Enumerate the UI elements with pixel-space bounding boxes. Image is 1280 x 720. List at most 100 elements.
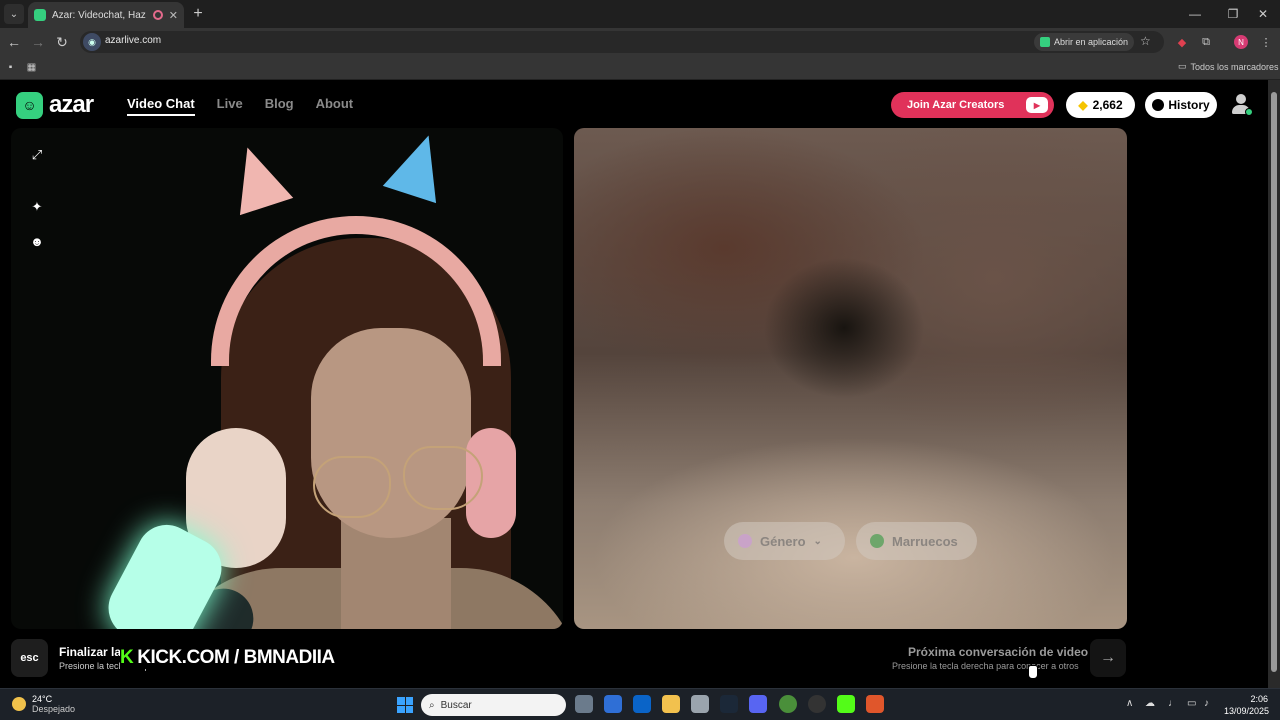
next-chat-hint: Presione la tecla derecha para conocer a… xyxy=(892,661,1079,671)
chevron-down-icon: ⌄ xyxy=(813,535,822,547)
task-view-icon[interactable] xyxy=(575,695,593,713)
nav-video-chat[interactable]: Video Chat xyxy=(127,96,195,116)
close-window-button[interactable]: ✕ xyxy=(1246,0,1280,28)
browser-menu-icon[interactable]: ⋮ xyxy=(1258,34,1274,50)
back-button[interactable]: ← xyxy=(4,32,24,52)
recording-icon xyxy=(152,10,163,20)
gems-count: 2,662 xyxy=(1092,98,1123,112)
profile-avatar[interactable]: N xyxy=(1234,35,1248,49)
gender-filter-label: Género xyxy=(760,533,806,549)
app-icon xyxy=(1040,37,1050,47)
gem-icon: ◆ xyxy=(1078,98,1088,112)
volume-icon[interactable]: ♪ xyxy=(1204,698,1209,709)
search-placeholder: Buscar xyxy=(440,699,472,711)
cat-ear-left xyxy=(220,138,294,216)
stream-watermark-text: KICK.COM / BMNADIIA xyxy=(137,647,335,668)
user-avatar[interactable] xyxy=(1230,93,1253,116)
apps-grid-icon[interactable]: ▦ xyxy=(26,62,37,73)
stream-watermark: K KICK.COM / BMNADIIA xyxy=(120,647,335,669)
next-chat-title: Próxima conversación de video xyxy=(908,645,1089,659)
app-icon-generic[interactable] xyxy=(691,695,709,713)
azar-logo[interactable]: ☺ azar xyxy=(16,91,94,119)
swap-camera-icon[interactable]: ⤢ xyxy=(30,147,44,162)
network-icon[interactable]: ▭ xyxy=(1187,698,1196,709)
main-nav: Video Chat Live Blog About xyxy=(127,96,353,116)
nav-live[interactable]: Live xyxy=(217,96,243,116)
bookmark-star-icon[interactable]: ☆ xyxy=(1140,34,1151,48)
address-bar-row: ← → ↻ ◉ azarlive.com Abrir en aplicación… xyxy=(0,28,1280,56)
url-text: azarlive.com xyxy=(105,35,162,46)
glasses-left-lens xyxy=(313,456,391,518)
online-status-dot xyxy=(1245,108,1253,116)
clock-time: 2:06 xyxy=(1250,694,1268,704)
open-in-app-label: Abrir en aplicación xyxy=(1054,37,1129,47)
country-flag-icon xyxy=(870,534,884,548)
local-video: ⤢ ✦ ☻ xyxy=(11,128,563,629)
omnibox[interactable]: ◉ azarlive.com Abrir en aplicación ☆ xyxy=(80,31,1164,53)
next-chat-button[interactable]: → xyxy=(1090,639,1126,677)
file-explorer-icon[interactable] xyxy=(662,695,680,713)
cat-ear-right xyxy=(382,128,456,204)
extension-icon[interactable]: ◆ xyxy=(1174,34,1190,50)
browser-tab[interactable]: Azar: Videochat, Haz nuevo ✕ xyxy=(28,2,184,28)
search-icon: ⌕ xyxy=(429,699,435,711)
play-icon: ▶ xyxy=(1026,97,1048,113)
gems-button[interactable]: ◆ 2,662 xyxy=(1066,92,1135,118)
tab-search-button[interactable]: ⌄ xyxy=(4,4,24,24)
history-label: History xyxy=(1168,98,1210,112)
restore-button[interactable]: ❐ xyxy=(1216,0,1250,28)
temperature: 24°C xyxy=(32,694,53,704)
sidebar-icon[interactable]: ▪ xyxy=(5,62,16,73)
kick-logo: K xyxy=(120,647,134,668)
all-bookmarks-button[interactable]: ▭ Todos los marcadores xyxy=(1178,61,1279,72)
remote-video: Género ⌄ Marruecos xyxy=(574,128,1127,629)
nav-blog[interactable]: Blog xyxy=(265,96,294,116)
folder-icon: ▭ xyxy=(1178,61,1187,71)
minimize-button[interactable]: — xyxy=(1178,0,1212,28)
browser-tab-bar: ⌄ Azar: Videochat, Haz nuevo ✕ + — ❐ ✕ xyxy=(0,0,1280,28)
outlook-icon[interactable] xyxy=(633,695,651,713)
history-button[interactable]: History xyxy=(1145,92,1217,118)
steam-icon[interactable] xyxy=(720,695,738,713)
weather-condition: Despejado xyxy=(32,704,76,714)
taskbar: 24°C Despejado ⌕ Buscar ∧ ☁ ♩ ▭ ♪ 2:06 1… xyxy=(0,688,1280,720)
end-chat-title: Finalizar la xyxy=(59,645,122,659)
tab-title: Azar: Videochat, Haz nuevo xyxy=(52,9,147,21)
windows-start-icon[interactable] xyxy=(397,697,413,713)
page-scrollbar[interactable] xyxy=(1268,80,1280,688)
open-in-app-button[interactable]: Abrir en aplicación xyxy=(1034,33,1135,51)
extensions-puzzle-icon[interactable]: ⧉ xyxy=(1198,34,1214,50)
onedrive-icon[interactable]: ☁ xyxy=(1145,698,1155,709)
country-filter[interactable]: Marruecos xyxy=(856,522,977,560)
store-icon[interactable] xyxy=(604,695,622,713)
nav-about[interactable]: About xyxy=(316,96,354,116)
obs-icon[interactable] xyxy=(808,695,826,713)
effects-sparkle-icon[interactable]: ✦ xyxy=(30,199,44,214)
tray-chevron-icon[interactable]: ∧ xyxy=(1126,698,1133,709)
mic-tray-icon[interactable]: ♩ xyxy=(1168,698,1178,709)
gender-filter[interactable]: Género ⌄ xyxy=(724,522,845,560)
azar-logo-icon: ☺ xyxy=(16,91,43,119)
weather-widget[interactable]: 24°C Despejado xyxy=(12,694,75,714)
tab-close-button[interactable]: ✕ xyxy=(169,9,178,22)
chrome-icon[interactable] xyxy=(779,695,797,713)
country-filter-label: Marruecos xyxy=(892,533,958,549)
forward-button[interactable]: → xyxy=(28,32,48,52)
logo-text: azar xyxy=(49,91,94,118)
face-filter-icon[interactable]: ☻ xyxy=(30,234,44,249)
esc-button[interactable]: esc xyxy=(11,639,48,677)
taskbar-search[interactable]: ⌕ Buscar xyxy=(421,694,566,716)
kick-app-icon[interactable] xyxy=(837,695,855,713)
headphone-band xyxy=(211,216,501,366)
reload-button[interactable]: ↻ xyxy=(52,32,72,52)
system-clock[interactable]: 2:06 13/09/2025 xyxy=(1224,693,1269,717)
discord-icon[interactable] xyxy=(749,695,767,713)
new-tab-button[interactable]: + xyxy=(188,4,208,24)
scrollbar-thumb[interactable] xyxy=(1271,92,1277,672)
join-creators-button[interactable]: Join Azar Creators ▶ xyxy=(891,92,1054,118)
clock-icon xyxy=(1152,99,1165,111)
site-info-icon[interactable]: ◉ xyxy=(83,33,101,51)
app-icon-orange[interactable] xyxy=(866,695,884,713)
moon-icon xyxy=(12,697,26,711)
mouse-cursor-icon xyxy=(1028,665,1038,679)
